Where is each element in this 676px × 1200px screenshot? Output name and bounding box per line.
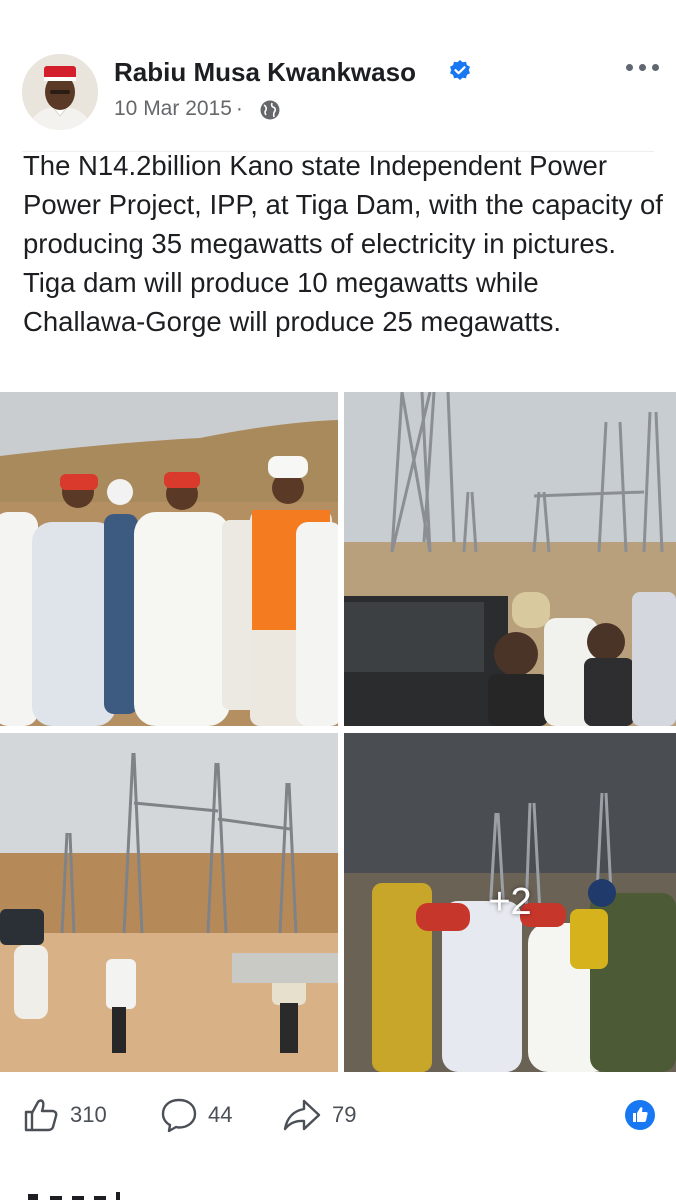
post-meta: 10 Mar 2015 · xyxy=(114,97,247,121)
next-section-peek xyxy=(28,1192,120,1200)
post-photo-4[interactable]: +2 xyxy=(344,733,676,1072)
post-photo-1[interactable] xyxy=(0,392,338,726)
post-header: Rabiu Musa Kwankwaso 10 Mar 2015 · xyxy=(0,0,676,152)
comment-bubble-icon xyxy=(161,1098,197,1133)
post-photo-3[interactable] xyxy=(0,733,338,1072)
meta-separator: · xyxy=(235,97,243,120)
photo-3-image xyxy=(0,733,338,1072)
globe-icon xyxy=(260,100,280,120)
like-button[interactable]: 310 xyxy=(22,1092,107,1138)
post-photo-2[interactable] xyxy=(344,392,676,726)
share-count: 79 xyxy=(332,1102,357,1127)
comment-button[interactable]: 44 xyxy=(160,1092,232,1138)
author-name[interactable]: Rabiu Musa Kwankwaso xyxy=(114,57,416,88)
comment-count: 44 xyxy=(208,1102,233,1127)
reaction-bar: 310 44 79 xyxy=(0,1092,676,1142)
more-photos-count: +2 xyxy=(488,881,532,923)
post-date[interactable]: 10 Mar 2015 xyxy=(114,97,232,120)
photo-1-image xyxy=(0,392,338,726)
thumbs-up-icon xyxy=(24,1099,58,1132)
verified-badge-icon xyxy=(450,60,470,80)
more-options-icon[interactable] xyxy=(622,58,662,78)
author-avatar[interactable] xyxy=(22,54,98,130)
like-reaction-icon[interactable] xyxy=(624,1099,656,1131)
share-arrow-icon xyxy=(283,1099,321,1131)
share-button[interactable]: 79 xyxy=(282,1092,356,1138)
photo-2-image xyxy=(344,392,676,726)
like-count: 310 xyxy=(70,1102,107,1127)
post-text: The N14.2billion Kano state Independent … xyxy=(23,150,663,337)
